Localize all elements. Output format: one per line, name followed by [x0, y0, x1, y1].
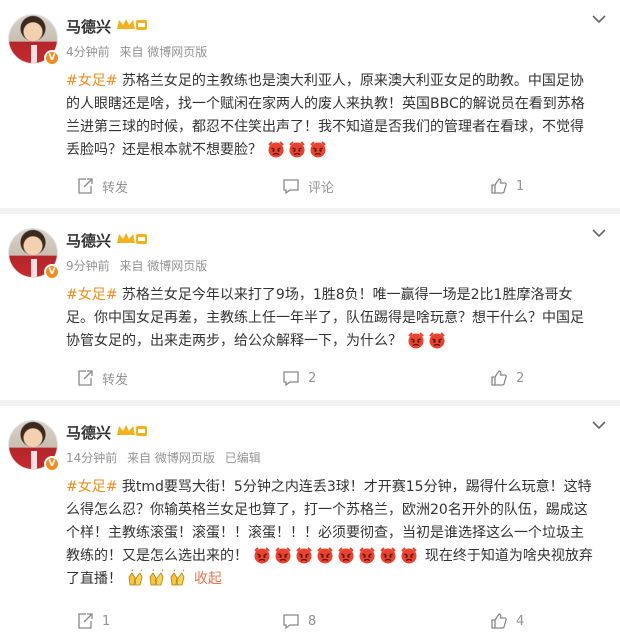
verified-v-icon: V [44, 50, 60, 66]
post-meta: 9分钟前 来自 微博网页版 [66, 257, 213, 274]
post-text: #女足# 苏格兰女足的主教练也是澳大利亚人，原来澳大利亚女足的助教。中国足协的人… [66, 70, 596, 162]
clapping-emoji [129, 569, 143, 586]
author-name[interactable]: 马德兴 [66, 16, 111, 37]
vip-crown-icon[interactable] [116, 423, 148, 439]
post-time[interactable]: 9分钟前 [66, 259, 110, 273]
post-source: 来自 微博网页版 [119, 45, 208, 59]
post-card: V 马德兴 9分钟前 来自 微博网页版 #女足# 苏格兰女足今年以来打了9场，1… [0, 214, 620, 400]
comment-icon [283, 371, 299, 387]
post-source: 来自 微博网页版 [119, 259, 208, 273]
weibo-feed: V 马德兴 4分钟前 来自 微博网页版 #女足# 苏格兰女足的主教练也是澳大利亚… [0, 0, 620, 640]
post-meta: 14分钟前 来自 微博网页版 已编辑 [66, 449, 267, 466]
share-icon [78, 370, 93, 386]
post-card: V 马德兴 4分钟前 来自 微博网页版 #女足# 苏格兰女足的主教练也是澳大利亚… [0, 0, 620, 208]
like-count: 1 [516, 178, 525, 194]
angry-face-emoji [408, 332, 425, 349]
comment-icon [283, 179, 299, 195]
author-name[interactable]: 马德兴 [66, 230, 111, 251]
post-meta: 4分钟前 来自 微博网页版 [66, 43, 213, 60]
comment-count: 2 [308, 370, 317, 386]
chevron-down-icon[interactable] [592, 228, 606, 238]
post-text: #女足# 我tmd要骂大街！5分钟之内连丢3球！才开赛15分钟，踢得什么玩意！这… [66, 476, 596, 591]
emoji-row [252, 547, 420, 564]
angry-face-emoji [338, 547, 355, 564]
angry-face-emoji [296, 547, 313, 564]
share-icon [78, 613, 93, 629]
angry-face-emoji [401, 547, 418, 564]
thumbs-up-icon [491, 178, 507, 194]
angry-face-emoji [317, 547, 334, 564]
angry-face-emoji [275, 547, 292, 564]
emoji-row [266, 141, 329, 158]
like-button[interactable]: 2 [490, 364, 524, 392]
like-count: 2 [516, 370, 525, 386]
post-body: 苏格兰女足今年以来打了9场，1胜8负！唯一赢得一场是2比1胜摩洛哥女足。你中国女… [66, 287, 584, 349]
share-button[interactable]: 转发 [76, 172, 128, 200]
hashtag-link[interactable]: #女足# [66, 287, 117, 303]
angry-face-emoji [268, 141, 285, 158]
vip-crown-icon[interactable] [116, 231, 148, 247]
comment-button[interactable]: 2 [282, 364, 316, 392]
clapping-emoji [171, 569, 185, 586]
angry-face-emoji [359, 547, 376, 564]
edited-label[interactable]: 已编辑 [225, 451, 261, 465]
clapping-emoji [150, 569, 164, 586]
post-source: 来自 微博网页版 [127, 451, 215, 465]
chevron-down-icon[interactable] [592, 14, 606, 24]
comment-button[interactable]: 评论 [282, 172, 334, 200]
angry-face-emoji [310, 141, 327, 158]
angry-face-emoji [380, 547, 397, 564]
post-card: V 马德兴 14分钟前 来自 微博网页版 已编辑 #女足# 我tmd要骂大街！5… [0, 406, 620, 640]
action-bar: 转发 评论 1 [0, 172, 620, 200]
comment-count: 8 [308, 613, 317, 629]
action-bar: 1 8 4 [0, 607, 620, 635]
comment-button[interactable]: 8 [282, 607, 316, 635]
emoji-row [406, 332, 448, 349]
verified-v-icon: V [44, 264, 60, 280]
post-text: #女足# 苏格兰女足今年以来打了9场，1胜8负！唯一赢得一场是2比1胜摩洛哥女足… [66, 284, 596, 353]
angry-face-emoji [289, 141, 306, 158]
share-icon [78, 178, 93, 194]
comment-label: 评论 [308, 180, 335, 196]
thumbs-up-icon [491, 613, 507, 629]
like-count: 4 [516, 613, 525, 629]
share-label: 转发 [102, 372, 129, 388]
angry-face-emoji [254, 547, 271, 564]
action-bar: 转发 2 2 [0, 364, 620, 392]
collapse-link[interactable]: 收起 [194, 571, 222, 587]
clapping-emoji-row [126, 569, 189, 587]
share-label: 转发 [102, 180, 129, 196]
like-button[interactable]: 1 [490, 172, 524, 200]
vip-crown-icon[interactable] [116, 17, 148, 33]
post-time[interactable]: 4分钟前 [66, 45, 110, 59]
share-count: 1 [102, 613, 111, 629]
share-button[interactable]: 1 [76, 607, 110, 635]
verified-v-icon: V [44, 456, 60, 472]
like-button[interactable]: 4 [490, 607, 524, 635]
post-time[interactable]: 14分钟前 [66, 451, 117, 465]
hashtag-link[interactable]: #女足# [66, 479, 117, 495]
author-name[interactable]: 马德兴 [66, 422, 111, 443]
thumbs-up-icon [491, 370, 507, 386]
chevron-down-icon[interactable] [592, 420, 606, 430]
angry-face-emoji [429, 332, 446, 349]
comment-icon [283, 614, 299, 630]
share-button[interactable]: 转发 [76, 364, 128, 392]
hashtag-link[interactable]: #女足# [66, 73, 117, 89]
